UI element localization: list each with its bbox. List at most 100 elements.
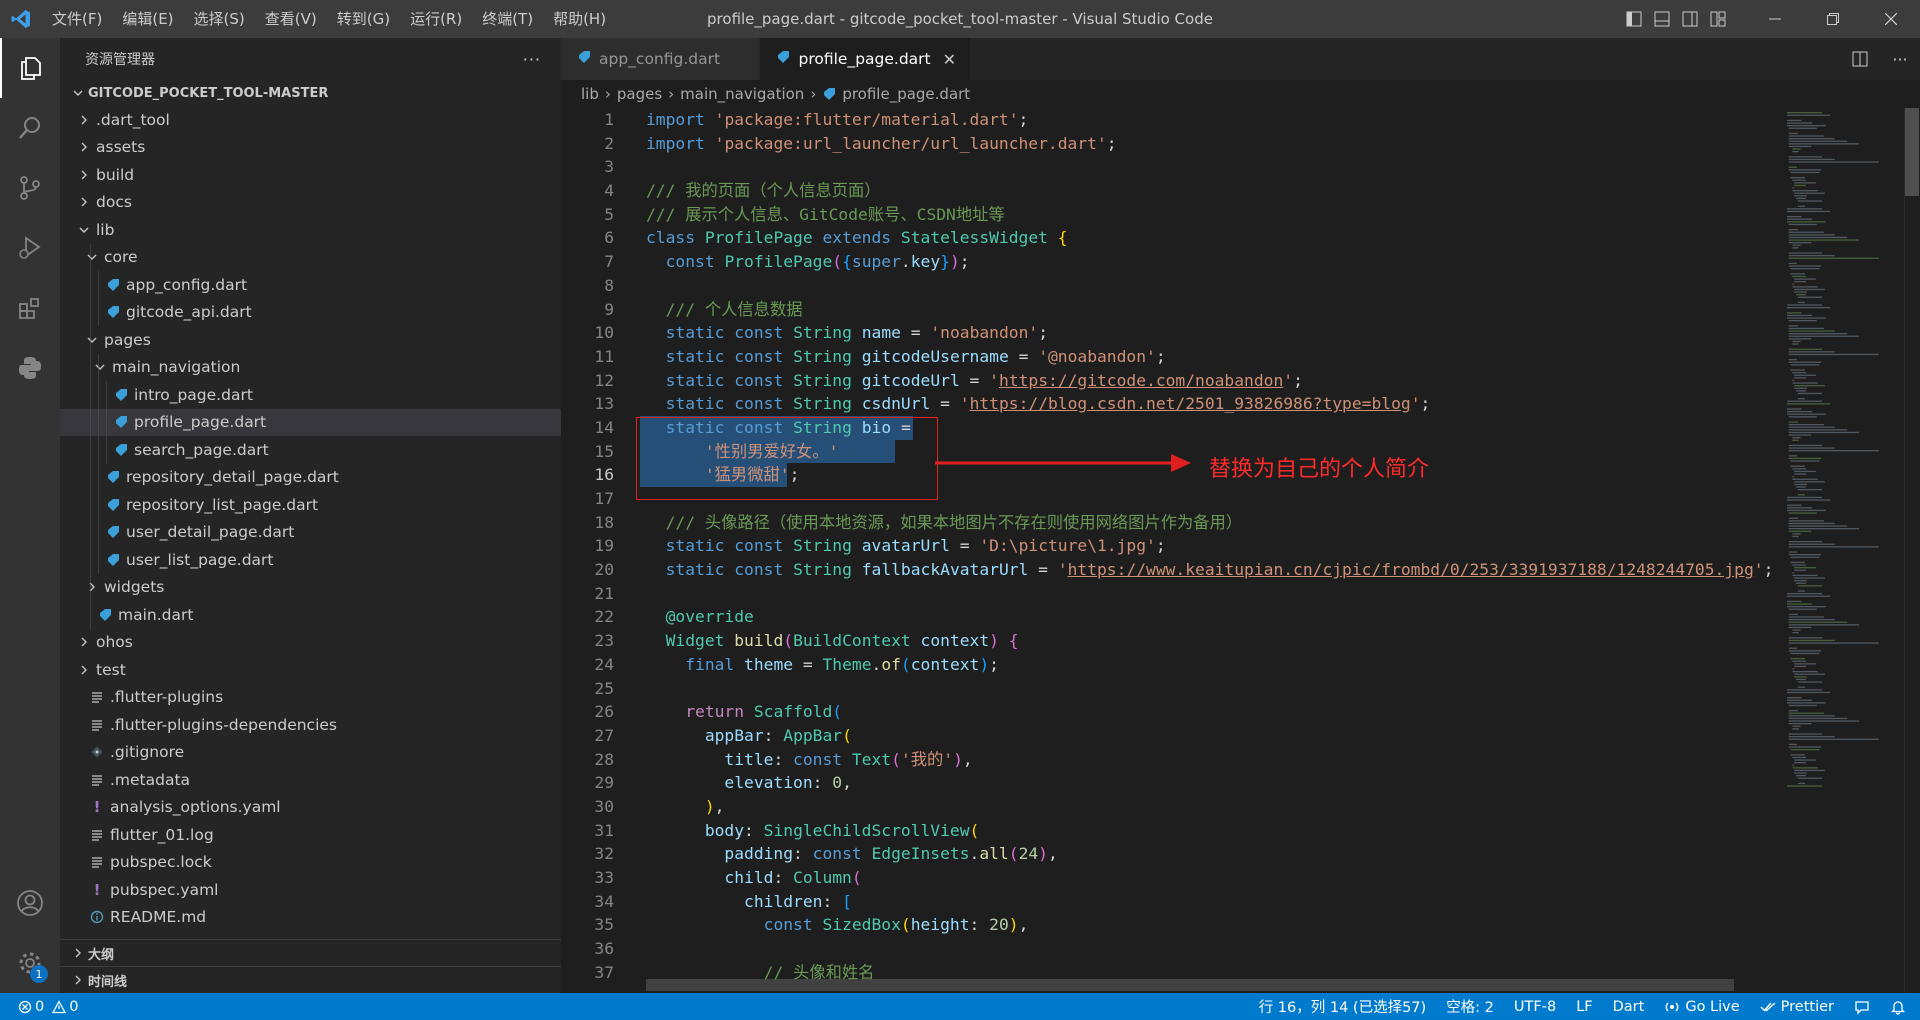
folder-item[interactable]: assets <box>60 134 561 162</box>
menu-item[interactable]: 运行(R) <box>400 0 472 38</box>
problems-indicator[interactable]: 0 0 <box>18 993 88 1020</box>
toggle-secondary-sidebar-icon[interactable] <box>1676 0 1704 38</box>
prettier-button[interactable]: Prettier <box>1750 993 1844 1020</box>
breadcrumb-item[interactable]: pages <box>617 85 662 103</box>
folder-item[interactable]: build <box>60 161 561 189</box>
search-icon[interactable] <box>0 98 60 158</box>
minimap-line <box>1788 252 1823 254</box>
toggle-primary-sidebar-icon[interactable] <box>1620 0 1648 38</box>
menu-item[interactable]: 选择(S) <box>184 0 255 38</box>
menu-item[interactable]: 帮助(H) <box>543 0 616 38</box>
folder-item[interactable]: pages <box>60 326 561 354</box>
accounts-icon[interactable] <box>0 873 60 933</box>
cursor-position[interactable]: 行 16，列 14 (已选择57) <box>1249 993 1437 1020</box>
breadcrumb-item[interactable]: main_navigation <box>680 85 804 103</box>
extensions-icon[interactable] <box>0 278 60 338</box>
close-window-icon[interactable] <box>1862 0 1920 38</box>
file-item[interactable]: .gitignore <box>60 739 561 767</box>
minimap-line <box>1797 489 1823 491</box>
vertical-scrollbar[interactable] <box>1904 108 1920 993</box>
file-item[interactable]: .flutter-plugins <box>60 684 561 712</box>
feedback-icon[interactable] <box>1844 993 1880 1020</box>
folder-item[interactable]: core <box>60 243 561 271</box>
editor-more-actions-icon[interactable]: ··· <box>1880 50 1920 69</box>
folder-item[interactable]: docs <box>60 189 561 217</box>
explorer-icon[interactable] <box>0 38 60 98</box>
file-item[interactable]: intro_page.dart <box>60 381 561 409</box>
file-item[interactable]: search_page.dart <box>60 436 561 464</box>
notifications-bell-icon[interactable] <box>1880 993 1920 1020</box>
horizontal-scrollbar[interactable] <box>646 979 1734 991</box>
file-item[interactable]: ! analysis_options.yaml <box>60 794 561 822</box>
file-item[interactable]: .metadata <box>60 766 561 794</box>
menu-item[interactable]: 编辑(E) <box>112 0 183 38</box>
scrollbar-thumb[interactable] <box>1905 108 1919 196</box>
file-item[interactable]: main.dart <box>60 601 561 629</box>
run-debug-icon[interactable] <box>0 218 60 278</box>
folder-item[interactable]: widgets <box>60 573 561 601</box>
minimap-line <box>1792 283 1795 285</box>
minimap-line <box>1792 476 1795 478</box>
file-item[interactable]: README.md <box>60 904 561 932</box>
encoding[interactable]: UTF-8 <box>1504 993 1566 1020</box>
minimap-line <box>1790 268 1820 270</box>
file-item[interactable]: profile_page.dart <box>60 408 561 436</box>
minimap[interactable] <box>1779 108 1904 993</box>
minimap-line <box>1787 112 1823 114</box>
file-item[interactable]: pubspec.lock <box>60 849 561 877</box>
manage-gear-icon[interactable]: 1 <box>0 933 60 993</box>
go-live-button[interactable]: Go Live <box>1654 993 1749 1020</box>
chevron-right-icon <box>76 636 92 648</box>
minimap-line <box>1788 720 1859 722</box>
breadcrumb-item[interactable]: lib <box>581 85 599 103</box>
menu-item[interactable]: 终端(T) <box>472 0 543 38</box>
tab-profile-page[interactable]: profile_page.dart ✕ <box>760 38 972 80</box>
file-item[interactable]: repository_list_page.dart <box>60 491 561 519</box>
file-item[interactable]: .flutter-plugins-dependencies <box>60 711 561 739</box>
indentation[interactable]: 空格: 2 <box>1436 993 1504 1020</box>
folder-item[interactable]: main_navigation <box>60 353 561 381</box>
customize-layout-icon[interactable] <box>1704 0 1732 38</box>
file-item[interactable]: gitcode_api.dart <box>60 298 561 326</box>
close-tab-icon[interactable]: ✕ <box>943 50 956 69</box>
minimap-line <box>1794 481 1825 483</box>
file-item[interactable]: user_list_page.dart <box>60 546 561 574</box>
breadcrumb-item[interactable]: profile_page.dart <box>842 85 970 103</box>
file-item[interactable]: repository_detail_page.dart <box>60 463 561 491</box>
menu-item[interactable]: 转到(G) <box>327 0 400 38</box>
folder-item[interactable]: lib <box>60 216 561 244</box>
python-icon[interactable] <box>0 338 60 398</box>
end-of-line[interactable]: LF <box>1566 993 1602 1020</box>
menu-item[interactable]: 查看(V) <box>255 0 327 38</box>
code-line: 29 elevation: 0, <box>561 771 1779 795</box>
more-actions-icon[interactable]: ··· <box>523 50 541 69</box>
tab-app-config[interactable]: app_config.dart ✕ <box>561 38 761 80</box>
language-mode[interactable]: Dart <box>1603 993 1655 1020</box>
folder-item[interactable]: ohos <box>60 629 561 657</box>
minimap-line <box>1792 671 1818 673</box>
workspace-root[interactable]: GITCODE_POCKET_TOOL-MASTER <box>60 80 561 106</box>
file-item[interactable]: user_detail_page.dart <box>60 518 561 546</box>
toggle-panel-icon[interactable] <box>1648 0 1676 38</box>
tree-item-label: profile_page.dart <box>134 413 267 432</box>
file-item[interactable]: ! pubspec.yaml <box>60 876 561 904</box>
folder-item[interactable]: .dart_tool <box>60 106 561 134</box>
split-editor-icon[interactable] <box>1840 51 1880 67</box>
menu-item[interactable]: 文件(F) <box>42 0 112 38</box>
minimap-line <box>1788 619 1835 621</box>
timeline-section[interactable]: 时间线 <box>60 966 561 993</box>
minimap-line <box>1788 455 1797 457</box>
outline-section[interactable]: 大纲 <box>60 939 561 966</box>
folder-item[interactable]: test <box>60 656 561 684</box>
code-editor[interactable]: 1 import 'package:flutter/material.dart';… <box>561 108 1779 993</box>
source-control-icon[interactable] <box>0 158 60 218</box>
minimap-line <box>1792 148 1801 150</box>
code-line: 20 static const String fallbackAvatarUrl… <box>561 558 1779 582</box>
minimap-line <box>1787 411 1813 413</box>
file-item[interactable]: flutter_01.log <box>60 821 561 849</box>
restore-icon[interactable] <box>1804 0 1862 38</box>
dart-file-icon <box>96 608 114 622</box>
indent-guide <box>98 546 99 574</box>
file-item[interactable]: app_config.dart <box>60 271 561 299</box>
minimize-icon[interactable] <box>1746 0 1804 38</box>
